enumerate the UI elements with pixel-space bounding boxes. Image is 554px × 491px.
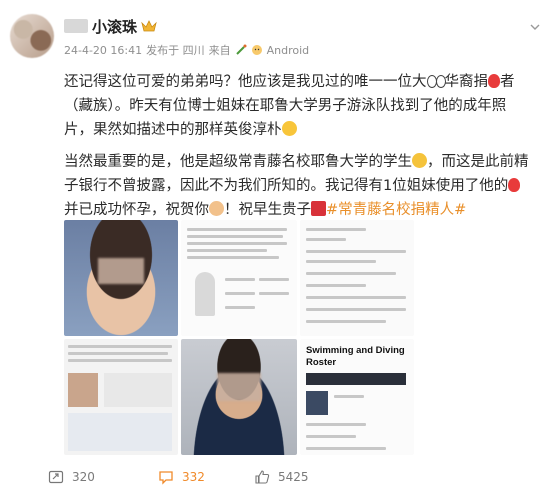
author-row: 小滚珠	[64, 16, 157, 36]
source-prefix: 来自	[208, 44, 231, 57]
action-bar: 320 332 5425	[48, 468, 538, 486]
paragraph2-seg3: 并已成功怀孕，祝贺你	[64, 202, 209, 218]
post-meta: 24-4-20 16:41 发布于 四川 来自 Android	[64, 42, 309, 58]
avatar[interactable]	[10, 14, 54, 58]
timestamp[interactable]: 24-4-20 16:41	[64, 44, 142, 57]
repost-button[interactable]: 320	[48, 469, 95, 485]
crown-icon	[141, 20, 157, 32]
weibo-post-card: 小滚珠 24-4-20 16:41 发布于 四川 来自 Android 还记得这…	[0, 0, 554, 491]
repost-count: 320	[72, 470, 95, 484]
hashtag-link[interactable]: #常青藤名校捐精人#	[326, 202, 466, 218]
comment-icon	[159, 471, 173, 485]
adult-photo[interactable]	[181, 339, 297, 455]
paragraph1-seg2: 华裔捐	[444, 74, 489, 90]
username[interactable]: 小滚珠	[92, 16, 137, 37]
username-redaction	[64, 19, 88, 33]
roster-title: Swimming and Diving Roster	[306, 345, 405, 368]
image-grid: Swimming and Diving Roster	[64, 220, 414, 460]
balloon-emoji-icon	[488, 74, 500, 88]
party-face-emoji-icon	[412, 153, 427, 168]
post-paragraph-1: 还记得这位可爱的弟弟吗？他应该是我见过的唯一一位大 华裔捐 者（藏族）。昨天有位博士…	[64, 70, 534, 142]
comment-count: 332	[182, 470, 205, 484]
paragraph2-seg1: 当然最重要的是，他是超级常青藤名校耶鲁大学的学生	[64, 154, 412, 170]
paragraph2-seg4: ！祝早生贵子	[224, 202, 311, 218]
profile-document-image[interactable]	[181, 220, 297, 336]
share-icon	[48, 470, 64, 484]
eyes-emoji-icon	[426, 73, 446, 88]
baby-icon	[251, 45, 262, 55]
client-name[interactable]: Android	[267, 44, 310, 57]
comment-button[interactable]: 332	[158, 469, 205, 485]
child-photo[interactable]	[64, 220, 178, 336]
clap-emoji-icon	[209, 201, 224, 216]
like-button[interactable]: 5425	[254, 469, 309, 485]
balloon-emoji-icon	[508, 178, 521, 192]
donor-details-image[interactable]	[300, 220, 414, 336]
swim-roster-image[interactable]: Swimming and Diving Roster	[300, 339, 414, 455]
location: 发布于 四川	[146, 44, 205, 57]
collage-image[interactable]	[64, 339, 178, 455]
heart-eyes-emoji-icon	[281, 121, 297, 136]
red-envelope-emoji-icon	[311, 201, 326, 216]
post-paragraph-2: 当然最重要的是，他是超级常青藤名校耶鲁大学的学生 ，而这是此前精子银行不曾披露，因…	[64, 150, 534, 222]
thumbs-up-icon	[255, 470, 270, 484]
paragraph1-seg1: 还记得这位可爱的弟弟吗？他应该是我见过的唯一一位大	[64, 74, 427, 90]
like-count: 5425	[278, 470, 309, 484]
chevron-down-icon[interactable]	[530, 22, 540, 32]
brush-icon	[235, 44, 247, 55]
